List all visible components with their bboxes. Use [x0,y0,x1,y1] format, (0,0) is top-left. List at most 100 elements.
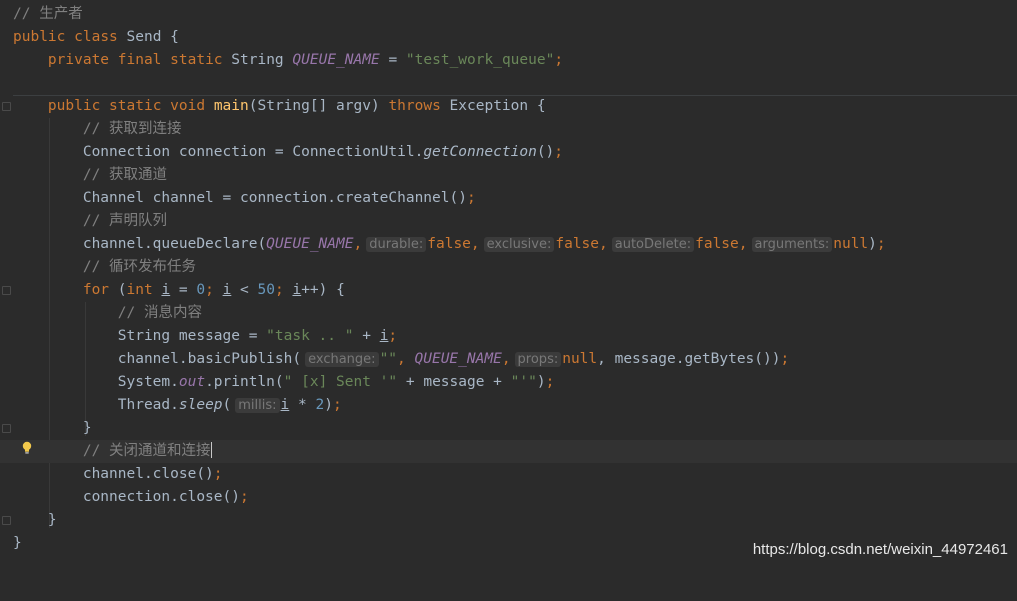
current-code-line[interactable]: // 关闭通道和连接 [0,440,1017,463]
keyword: final [117,52,162,68]
operator: < [231,282,258,298]
code-text: ) [536,374,546,390]
code-line: private final static String QUEUE_NAME =… [0,49,1017,72]
parameter-hint: exclusive: [483,237,555,252]
type-name: String [231,52,284,68]
keyword: public [47,98,101,114]
operator: + [353,328,380,344]
brace: } [47,512,57,528]
class-name: Send [126,29,162,45]
literal: false [555,236,600,252]
string-literal: " [x] Sent '" [283,374,398,390]
parameters: (String[] argv) [248,98,389,114]
comment: // 声明队列 [82,213,168,229]
keyword: for [82,282,110,298]
code-line: } [0,417,1017,440]
keyword: private [47,52,110,68]
code-line: connection.close(); [0,486,1017,509]
semicolon: ; [554,52,564,68]
keyword: int [126,282,153,298]
code-text: ( [222,397,232,413]
literal: null [833,236,869,252]
code-text: + message + [397,374,511,390]
code-line: Channel channel = connection.createChann… [0,187,1017,210]
semicolon: ; [466,190,476,206]
comment: // 消息内容 [117,305,202,321]
static-field: out [178,374,206,390]
code-line: // 获取通道 [0,164,1017,187]
watermark: https://blog.csdn.net/weixin_44972461 [752,541,1008,558]
variable: i [161,282,171,298]
constant-field: QUEUE_NAME [414,351,502,367]
variable: i [280,397,290,413]
code-text: String message = [117,328,267,344]
code-text: ) [324,397,333,413]
code-line: String message = "task .. " + i; [0,325,1017,348]
number-literal: 0 [196,282,206,298]
code-text: channel.close() [82,466,214,482]
literal: false [695,236,739,252]
code-line: } [0,509,1017,532]
keyword: public [13,29,66,45]
code-line: System.out.println(" [x] Sent '" + messa… [0,371,1017,394]
code-line: channel.queueDeclare(QUEUE_NAME, durable:… [82,236,886,252]
semicolon: ; [388,328,398,344]
keyword: throws [388,98,441,114]
brace: { [161,29,179,45]
code-text: ) [868,236,877,252]
code-text: ++) { [301,282,345,298]
code-text: .println( [205,374,284,390]
code-line: // 声明队列 [0,210,1017,233]
code-line: Connection connection = ConnectionUtil.g… [0,141,1017,164]
keyword: void [170,98,206,114]
code-text: connection.close() [82,489,240,505]
code-text: () [536,144,555,160]
operator: = [170,282,197,298]
comma: , [353,236,363,252]
comment: // 获取到连接 [82,121,182,137]
brace: } [82,420,92,436]
code-line: for (int i = 0; i < 50; i++) { [0,279,1017,302]
code-text: channel.queueDeclare( [82,236,267,252]
number-literal: 50 [257,282,275,298]
code-line: channel.basicPublish(exchange: "", QUEUE_… [0,348,1017,371]
code-line: // 生产者 [0,3,1017,26]
string-literal: "task .. " [266,328,354,344]
keyword: class [74,29,118,45]
semicolon: ; [213,466,223,482]
parameter-hint: props: [514,352,562,367]
parameter-hint: durable: [366,237,427,252]
semicolon: ; [239,489,249,505]
code-text: System. [117,374,179,390]
code-line: // 获取到连接 [0,118,1017,141]
static-call: getConnection [423,144,537,160]
code-editor[interactable]: // 生产者 public class Send { private final… [0,0,1017,569]
code-line: channel.close(); [0,463,1017,486]
code-line: // 消息内容 [0,302,1017,325]
constant-field: QUEUE_NAME [292,52,380,68]
comment: // 关闭通道和连接 [82,443,211,459]
code-line: public class Send { [0,26,1017,49]
code-line: Thread.sleep(millis: i * 2); [0,394,1017,417]
operator: = [379,52,406,68]
method-name: main [213,98,249,114]
parameter-hint: autoDelete: [611,237,695,252]
comment: // 生产者 [13,6,83,22]
literal: null [562,351,598,367]
literal: false [427,236,471,252]
parameter-hint: exchange: [305,352,379,367]
parameter-hint: millis: [235,398,280,413]
parameter-hint: arguments: [751,237,833,252]
code-text: Connection connection = ConnectionUtil. [82,144,424,160]
comma: , [501,351,511,367]
brace: } [13,535,22,551]
static-call: sleep [178,397,223,413]
lightbulb-icon[interactable] [21,441,33,455]
semicolon: ; [332,397,342,413]
semicolon: ; [554,144,564,160]
operator: * [289,397,316,413]
text-caret [210,442,212,458]
semicolon: ; [876,236,886,252]
code-text: channel.basicPublish( [117,351,302,367]
string-literal: "test_work_queue" [405,52,555,68]
